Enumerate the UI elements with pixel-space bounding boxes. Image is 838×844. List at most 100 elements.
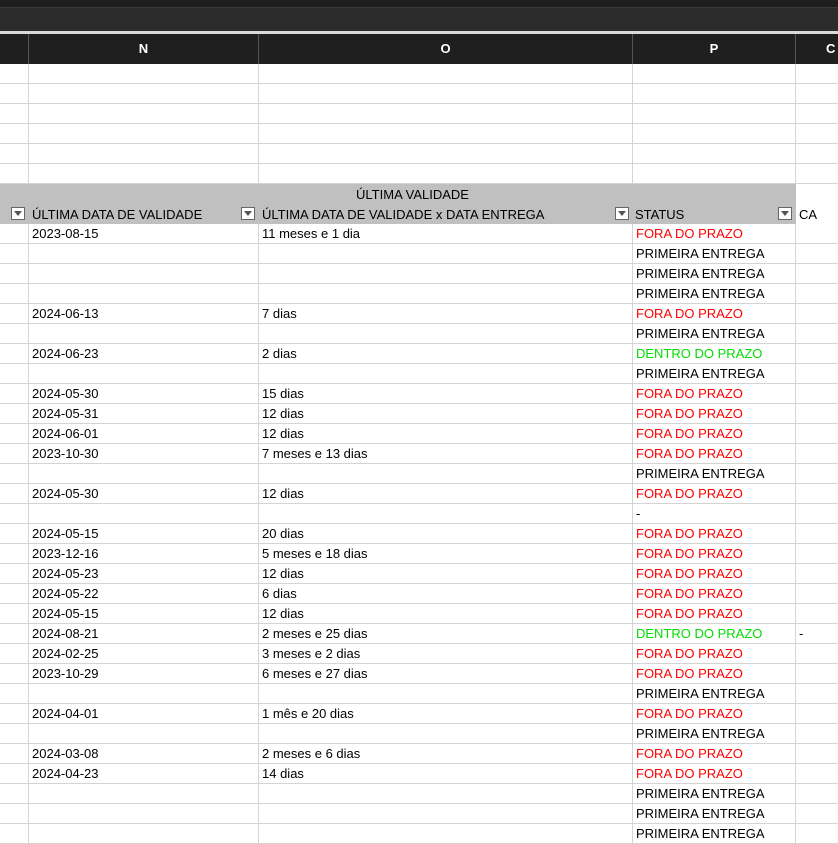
- row-gutter-cell[interactable]: [0, 604, 29, 624]
- cell[interactable]: [29, 104, 259, 124]
- next-cell[interactable]: [796, 804, 838, 824]
- row-gutter-cell[interactable]: [0, 324, 29, 344]
- last-date-cell[interactable]: 2024-08-21: [29, 624, 259, 644]
- row-gutter-cell[interactable]: [0, 404, 29, 424]
- last-date-cell[interactable]: 2024-06-01: [29, 424, 259, 444]
- next-cell[interactable]: [796, 524, 838, 544]
- filter-dropdown-icon[interactable]: [615, 207, 629, 220]
- status-cell[interactable]: PRIMEIRA ENTREGA: [633, 284, 796, 304]
- filter-dropdown-icon[interactable]: [11, 207, 25, 220]
- next-cell[interactable]: [796, 344, 838, 364]
- diff-cell[interactable]: 2 meses e 25 dias: [259, 624, 633, 644]
- diff-cell[interactable]: 7 dias: [259, 304, 633, 324]
- cell[interactable]: [29, 64, 259, 84]
- status-cell[interactable]: FORA DO PRAZO: [633, 304, 796, 324]
- status-cell[interactable]: FORA DO PRAZO: [633, 644, 796, 664]
- cell[interactable]: [259, 124, 633, 144]
- status-cell[interactable]: FORA DO PRAZO: [633, 604, 796, 624]
- last-date-cell[interactable]: 2024-04-23: [29, 764, 259, 784]
- next-cell[interactable]: [796, 384, 838, 404]
- row-gutter-cell[interactable]: [0, 584, 29, 604]
- cell[interactable]: [0, 184, 29, 204]
- next-cell[interactable]: [796, 364, 838, 384]
- cell[interactable]: [633, 144, 796, 164]
- diff-cell[interactable]: 12 dias: [259, 604, 633, 624]
- next-cell[interactable]: [796, 664, 838, 684]
- cell[interactable]: [633, 164, 796, 184]
- status-cell[interactable]: FORA DO PRAZO: [633, 564, 796, 584]
- cell[interactable]: [796, 64, 838, 84]
- cell[interactable]: [633, 124, 796, 144]
- row-gutter-cell[interactable]: [0, 824, 29, 844]
- last-date-cell[interactable]: [29, 804, 259, 824]
- cell[interactable]: [259, 164, 633, 184]
- diff-cell[interactable]: 6 dias: [259, 584, 633, 604]
- next-cell[interactable]: -: [796, 624, 838, 644]
- last-date-cell[interactable]: [29, 264, 259, 284]
- cell[interactable]: [633, 84, 796, 104]
- next-cell[interactable]: [796, 404, 838, 424]
- cell[interactable]: [259, 144, 633, 164]
- diff-cell[interactable]: [259, 504, 633, 524]
- status-cell[interactable]: FORA DO PRAZO: [633, 584, 796, 604]
- status-cell[interactable]: PRIMEIRA ENTREGA: [633, 824, 796, 844]
- column-header-q[interactable]: C: [796, 34, 838, 64]
- cell[interactable]: [0, 124, 29, 144]
- row-gutter-cell[interactable]: [0, 284, 29, 304]
- next-cell[interactable]: [796, 444, 838, 464]
- last-date-cell[interactable]: 2024-04-01: [29, 704, 259, 724]
- next-cell[interactable]: [796, 584, 838, 604]
- row-gutter-cell[interactable]: [0, 264, 29, 284]
- next-cell[interactable]: [796, 464, 838, 484]
- diff-cell[interactable]: 6 meses e 27 dias: [259, 664, 633, 684]
- row-gutter-cell[interactable]: [0, 464, 29, 484]
- cell[interactable]: [29, 84, 259, 104]
- diff-cell[interactable]: 20 dias: [259, 524, 633, 544]
- column-header-p[interactable]: P: [633, 34, 796, 64]
- last-date-cell[interactable]: 2023-10-30: [29, 444, 259, 464]
- diff-cell[interactable]: [259, 784, 633, 804]
- diff-cell[interactable]: 5 meses e 18 dias: [259, 544, 633, 564]
- cell[interactable]: [29, 144, 259, 164]
- next-cell[interactable]: [796, 484, 838, 504]
- status-cell[interactable]: PRIMEIRA ENTREGA: [633, 784, 796, 804]
- diff-cell[interactable]: [259, 284, 633, 304]
- next-cell[interactable]: [796, 304, 838, 324]
- row-gutter-cell[interactable]: [0, 704, 29, 724]
- last-date-cell[interactable]: [29, 824, 259, 844]
- column-header-m[interactable]: [0, 34, 29, 64]
- status-cell[interactable]: FORA DO PRAZO: [633, 224, 796, 244]
- last-date-cell[interactable]: [29, 784, 259, 804]
- row-gutter-cell[interactable]: [0, 564, 29, 584]
- next-cell[interactable]: [796, 324, 838, 344]
- row-gutter-cell[interactable]: [0, 244, 29, 264]
- cell[interactable]: [259, 104, 633, 124]
- last-date-cell[interactable]: 2024-05-15: [29, 524, 259, 544]
- cell[interactable]: [29, 164, 259, 184]
- status-cell[interactable]: FORA DO PRAZO: [633, 544, 796, 564]
- diff-cell[interactable]: 15 dias: [259, 384, 633, 404]
- diff-cell[interactable]: 11 meses e 1 dia: [259, 224, 633, 244]
- status-cell[interactable]: FORA DO PRAZO: [633, 444, 796, 464]
- diff-cell[interactable]: [259, 264, 633, 284]
- last-date-cell[interactable]: [29, 464, 259, 484]
- cell[interactable]: [633, 104, 796, 124]
- next-cell[interactable]: [796, 824, 838, 844]
- next-cell[interactable]: [796, 744, 838, 764]
- row-gutter-cell[interactable]: [0, 384, 29, 404]
- last-date-cell[interactable]: 2024-03-08: [29, 744, 259, 764]
- status-cell[interactable]: -: [633, 504, 796, 524]
- cell[interactable]: [259, 84, 633, 104]
- diff-cell[interactable]: 2 meses e 6 dias: [259, 744, 633, 764]
- last-date-cell[interactable]: 2024-05-23: [29, 564, 259, 584]
- diff-cell[interactable]: [259, 684, 633, 704]
- next-cell[interactable]: [796, 784, 838, 804]
- diff-cell[interactable]: [259, 364, 633, 384]
- last-date-cell[interactable]: 2024-05-30: [29, 484, 259, 504]
- diff-cell[interactable]: 2 dias: [259, 344, 633, 364]
- cell[interactable]: [796, 84, 838, 104]
- status-cell[interactable]: FORA DO PRAZO: [633, 744, 796, 764]
- status-cell[interactable]: FORA DO PRAZO: [633, 484, 796, 504]
- diff-cell[interactable]: [259, 804, 633, 824]
- cell[interactable]: [0, 84, 29, 104]
